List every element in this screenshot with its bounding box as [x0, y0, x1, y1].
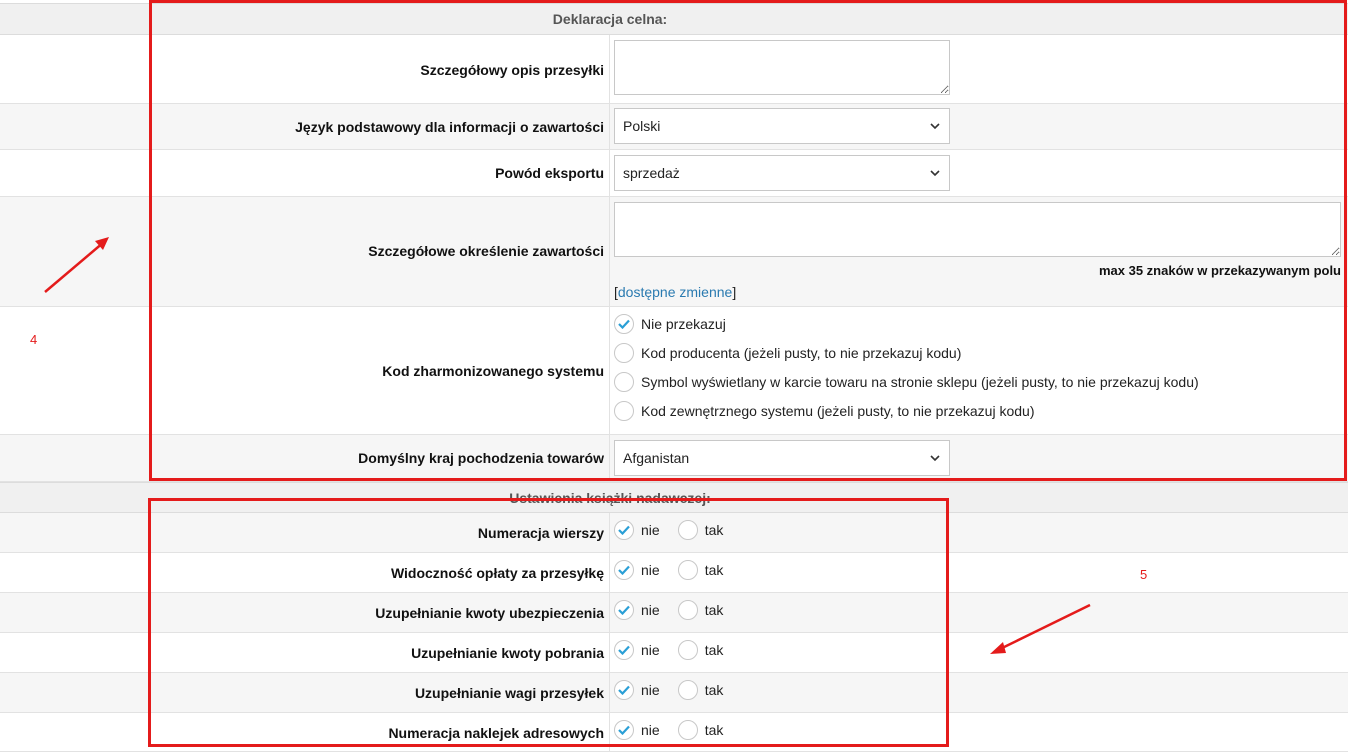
shipment-description-label: Szczegółowy opis przesyłki [420, 62, 604, 78]
row-book-4: Uzupełnianie wagi przesyłek nie tak [0, 673, 1348, 713]
row-hs-code: Kod zharmonizowanego systemu Nie przekaz… [0, 307, 1348, 435]
check-icon [618, 725, 630, 735]
origin-country-value: Afganistan [623, 450, 690, 466]
check-icon [618, 685, 630, 695]
option-no[interactable]: nie [614, 520, 660, 540]
radio-checked[interactable] [614, 720, 634, 740]
option-yes[interactable]: tak [677, 720, 723, 740]
customs-section-header: Deklaracja celna: [0, 3, 1348, 35]
option-yes[interactable]: tak [677, 560, 723, 580]
book-section-title: Ustawienia książki nadawczej: [509, 489, 711, 506]
row-origin-country: Domyślny kraj pochodzenia towarów Afgani… [0, 435, 1348, 482]
content-language-label: Język podstawowy dla informacji o zawart… [295, 119, 604, 135]
shipment-description-textarea[interactable] [614, 40, 950, 95]
book-row-label: Uzupełnianie kwoty pobrania [411, 645, 604, 661]
hs-code-label: Kod zharmonizowanego systemu [382, 363, 604, 379]
check-icon [618, 565, 630, 575]
option-yes[interactable]: tak [677, 520, 723, 540]
option-no[interactable]: nie [614, 560, 660, 580]
yes-no-group: nie tak [614, 560, 741, 580]
content-language-value: Polski [623, 118, 661, 134]
check-icon [618, 525, 630, 535]
radio-unchecked[interactable] [677, 680, 698, 700]
chevron-down-icon [930, 455, 940, 462]
radio-checked[interactable] [614, 560, 634, 580]
book-row-label: Widoczność opłaty za przesyłkę [390, 565, 604, 581]
option-no[interactable]: nie [614, 720, 660, 740]
option-yes[interactable]: tak [677, 680, 723, 700]
radio-checked[interactable] [614, 600, 634, 620]
yes-no-group: nie tak [614, 640, 741, 660]
radio-unchecked[interactable] [614, 343, 634, 363]
book-row-label: Numeracja naklejek adresowych [388, 725, 604, 741]
row-book-0: Numeracja wierszy nie tak [0, 513, 1348, 553]
option-yes[interactable]: tak [677, 640, 723, 660]
radio-unchecked[interactable] [614, 372, 634, 392]
row-book-5: Numeracja naklejek adresowych nie tak [0, 713, 1348, 752]
book-row-label: Uzupełnianie wagi przesyłek [414, 685, 604, 701]
book-row-label: Numeracja wierszy [477, 525, 604, 541]
yes-no-group: nie tak [614, 520, 741, 540]
customs-section-title: Deklaracja celna: [552, 11, 668, 27]
radio-checked[interactable] [614, 520, 634, 540]
yes-no-group: nie tak [614, 680, 741, 700]
radio-unchecked[interactable] [677, 520, 698, 540]
option-no[interactable]: nie [614, 680, 660, 700]
radio-unchecked[interactable] [677, 560, 698, 580]
content-details-textarea[interactable] [614, 202, 1341, 257]
row-content-details: Szczegółowe określenie zawartości max 35… [0, 197, 1348, 307]
origin-country-label: Domyślny kraj pochodzenia towarów [358, 450, 604, 466]
chevron-down-icon [930, 170, 940, 177]
book-section-header: Ustawienia książki nadawczej: [0, 482, 1348, 513]
chevron-down-icon [930, 123, 940, 130]
option-no[interactable]: nie [614, 640, 660, 660]
option-yes[interactable]: tak [677, 600, 723, 620]
book-row-label: Uzupełnianie kwoty ubezpieczenia [375, 605, 604, 621]
yes-no-group: nie tak [614, 720, 741, 740]
export-reason-value: sprzedaż [623, 165, 680, 181]
check-icon [618, 605, 630, 615]
radio-unchecked[interactable] [677, 600, 698, 620]
row-content-language: Język podstawowy dla informacji o zawart… [0, 104, 1348, 150]
radio-checked[interactable] [614, 314, 634, 334]
row-book-3: Uzupełnianie kwoty pobrania nie tak [0, 633, 1348, 673]
annotation-marker-4: 4 [30, 332, 38, 347]
radio-checked[interactable] [614, 640, 634, 660]
check-icon [618, 319, 630, 329]
option-no[interactable]: nie [614, 600, 660, 620]
content-language-select[interactable]: Polski [614, 108, 950, 144]
yes-no-group: nie tak [614, 600, 741, 620]
row-shipment-description: Szczegółowy opis przesyłki [0, 35, 1348, 104]
radio-unchecked[interactable] [614, 401, 634, 421]
radio-unchecked[interactable] [677, 640, 698, 660]
hs-option-none[interactable]: Nie przekazuj [614, 314, 726, 334]
radio-unchecked[interactable] [677, 720, 698, 740]
hs-option-producer-code[interactable]: Kod producenta (jeżeli pusty, to nie prz… [614, 343, 961, 363]
row-book-2: Uzupełnianie kwoty ubezpieczenia nie tak [0, 593, 1348, 633]
check-icon [618, 645, 630, 655]
hs-option-shop-symbol[interactable]: Symbol wyświetlany w karcie towaru na st… [614, 372, 1199, 392]
hs-option-external-code[interactable]: Kod zewnętrznego systemu (jeżeli pusty, … [614, 401, 1035, 421]
content-details-label: Szczegółowe określenie zawartości [368, 243, 604, 259]
row-export-reason: Powód eksportu sprzedaż [0, 150, 1348, 197]
export-reason-select[interactable]: sprzedaż [614, 155, 950, 191]
available-variables: [dostępne zmienne] [614, 284, 737, 300]
annotation-marker-5: 5 [1140, 567, 1148, 582]
origin-country-select[interactable]: Afganistan [614, 440, 950, 476]
available-variables-link[interactable]: dostępne zmienne [618, 284, 732, 300]
radio-checked[interactable] [614, 680, 634, 700]
content-details-note: max 35 znaków w przekazywanym polu [1098, 263, 1341, 278]
export-reason-label: Powód eksportu [495, 165, 604, 181]
